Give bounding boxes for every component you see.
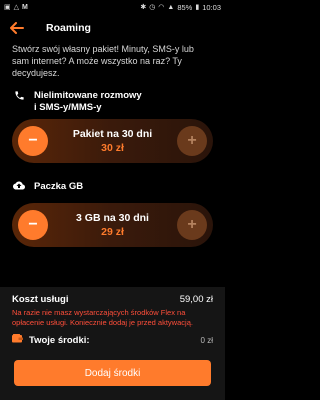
add-funds-button[interactable]: Dodaj środki: [14, 360, 211, 386]
funds-row: Twoje środki: 0 zł: [0, 334, 225, 346]
section-data-title: Paczka GB: [34, 181, 84, 192]
section-calls-title-line1: Nielimitowane rozmowy: [34, 90, 142, 101]
wallet-icon: [12, 334, 23, 346]
warning-icon: △: [13, 3, 20, 11]
notification-icon: ▣: [4, 3, 11, 11]
section-data-header: Paczka GB: [0, 181, 225, 195]
data-package-info: 3 GB na 30 dni 29 zł: [48, 212, 177, 238]
calls-increase-button[interactable]: +: [177, 126, 207, 156]
cost-label: Koszt usługi: [12, 294, 69, 305]
signal-icon: ▲: [167, 3, 175, 11]
calls-package-name: Pakiet na 30 dni: [72, 128, 153, 140]
calls-decrease-button[interactable]: −: [18, 126, 48, 156]
back-button[interactable]: [8, 19, 26, 37]
clock: 10:03: [202, 2, 221, 12]
calls-package-info: Pakiet na 30 dni 30 zł: [48, 128, 177, 154]
funds-label: Twoje środki:: [29, 334, 90, 346]
app-bar: Roaming: [0, 14, 225, 42]
calls-package-price: 30 zł: [101, 142, 124, 154]
data-decrease-button[interactable]: −: [18, 210, 48, 240]
section-calls-title-line2: i SMS-y/MMS-y: [34, 102, 102, 113]
data-package-name: 3 GB na 30 dni: [76, 212, 149, 224]
intro-text: Stwórz swój własny pakiet! Minuty, SMS-y…: [12, 44, 194, 78]
insufficient-funds-warning: Na razie nie masz wystarczających środkó…: [12, 308, 193, 327]
alarm-icon: ◷: [149, 3, 156, 11]
funds-value: 0 zł: [200, 335, 213, 345]
data-increase-button[interactable]: +: [177, 210, 207, 240]
summary-panel: Koszt usługi 59,00 zł Na razie nie masz …: [0, 287, 225, 400]
battery-icon: ▮: [195, 3, 200, 11]
section-calls-header: Nielimitowane rozmowy i SMS-y/MMS-y: [0, 90, 225, 114]
page-title: Roaming: [46, 22, 91, 34]
cost-row: Koszt usługi 59,00 zł: [0, 294, 225, 305]
bluetooth-icon: ✱: [140, 3, 147, 11]
phone-icon: [12, 90, 26, 105]
cloud-upload-icon: [12, 181, 26, 195]
battery-level: 85%: [177, 2, 193, 12]
data-package-price: 29 zł: [101, 226, 124, 238]
cost-value: 59,00 zł: [179, 294, 213, 305]
gmail-icon: M: [22, 3, 28, 11]
data-package-selector: − 3 GB na 30 dni 29 zł +: [12, 203, 213, 247]
wifi-icon: ◠: [158, 3, 165, 11]
arrow-left-icon: [10, 22, 24, 34]
calls-package-selector: − Pakiet na 30 dni 30 zł +: [12, 119, 213, 163]
status-bar: ▣ △ M ✱ ◷ ◠ ▲ 85% ▮ 10:03: [0, 0, 225, 14]
